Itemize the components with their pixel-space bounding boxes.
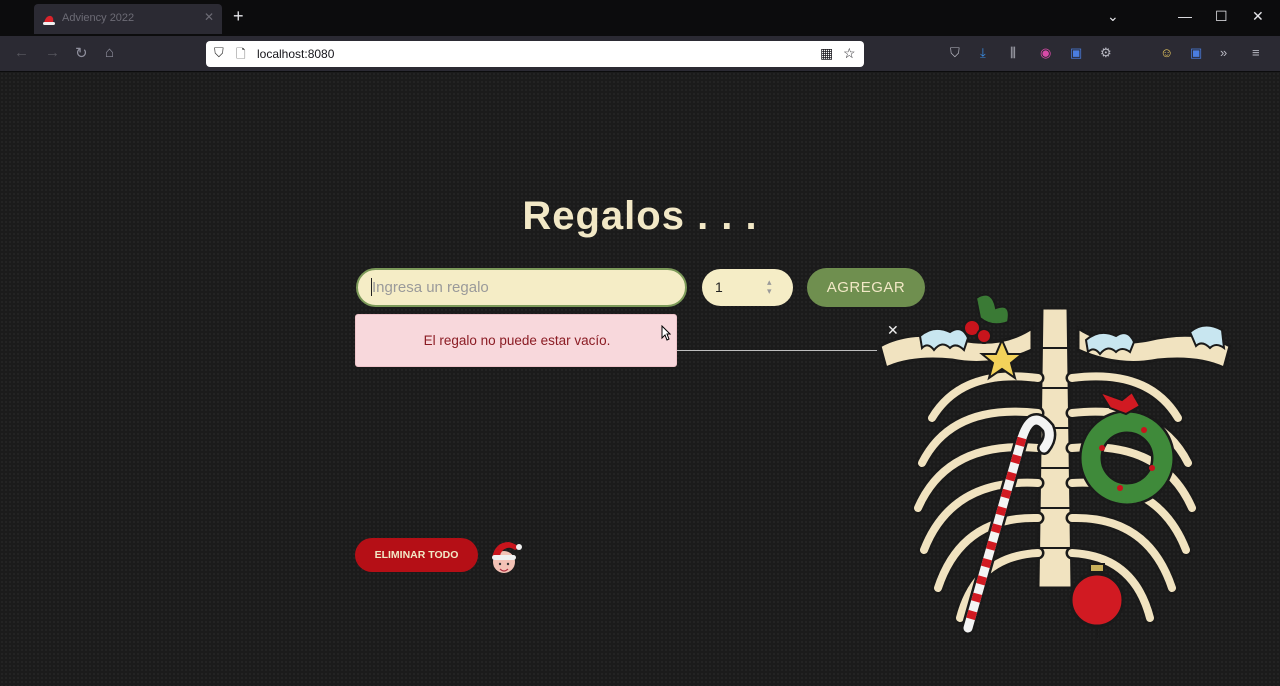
tab-close-icon[interactable]: ✕ xyxy=(204,10,214,24)
url-text: localhost:8080 xyxy=(257,47,335,61)
tab-title: Adviency 2022 xyxy=(62,12,135,24)
reload-icon[interactable]: ↻ xyxy=(75,44,88,62)
christmas-skeleton-illustration xyxy=(878,293,1232,638)
shield-icon[interactable]: ⛉ xyxy=(214,45,224,61)
quantity-stepper[interactable]: 1 ▴ ▾ xyxy=(702,269,793,306)
extension-gear-icon[interactable]: ⚙ xyxy=(1100,45,1112,61)
downloads-icon[interactable]: ⤓ xyxy=(980,45,986,61)
close-window-icon[interactable]: ✕ xyxy=(1252,8,1264,25)
quantity-value: 1 xyxy=(715,279,723,295)
error-message: El regalo no puede estar vacío. xyxy=(423,333,611,348)
mouse-cursor-icon xyxy=(661,325,671,341)
spinner-arrows-icon[interactable]: ▴ ▾ xyxy=(767,278,772,296)
error-alert: El regalo no puede estar vacío. xyxy=(355,314,677,367)
qr-code-icon[interactable]: ▦ xyxy=(820,45,833,62)
santa-hat-favicon-icon xyxy=(43,15,55,25)
url-bar[interactable]: ⛉ 🗋 localhost:8080 ▦ ☆ xyxy=(206,41,864,67)
forward-icon[interactable]: → xyxy=(45,44,60,61)
browser-tab[interactable]: Adviency 2022 ✕ xyxy=(34,4,222,34)
library-icon[interactable]: ⫼ xyxy=(1010,45,1016,61)
divider xyxy=(677,350,877,351)
bookmark-star-icon[interactable]: ☆ xyxy=(843,45,856,62)
browser-nav-bar: ← → ↻ ⌂ ⛉ 🗋 localhost:8080 ▦ ☆ ⛉ ⤓ ⫼ ◉ ▣… xyxy=(0,36,1280,72)
text-caret xyxy=(371,278,372,296)
santa-hat-icon xyxy=(492,542,522,573)
home-icon[interactable]: ⌂ xyxy=(105,44,114,61)
browser-tab-bar: Adviency 2022 ✕ + ⌄ — ☐ ✕ xyxy=(0,0,1280,36)
menu-hamburger-icon[interactable]: ≡ xyxy=(1252,45,1260,60)
extension-icon[interactable]: ▣ xyxy=(1190,45,1202,61)
page-title: Regalos . . . xyxy=(522,194,758,238)
minimize-icon[interactable]: — xyxy=(1178,8,1192,24)
tab-list-icon[interactable]: ⌄ xyxy=(1107,8,1119,25)
page-info-icon[interactable]: 🗋 xyxy=(236,45,246,66)
maximize-icon[interactable]: ☐ xyxy=(1215,8,1228,25)
overflow-chevrons-icon[interactable]: » xyxy=(1220,45,1227,60)
page-content: Regalos . . . 1 ▴▾ AGREGAR El regalo no … xyxy=(0,72,1280,686)
emoji-extension-icon[interactable]: ☺ xyxy=(1160,45,1173,60)
back-icon[interactable]: ← xyxy=(14,44,29,61)
delete-all-button[interactable]: ELIMINAR TODO xyxy=(355,538,478,572)
color-picker-icon[interactable]: ◉ xyxy=(1040,45,1051,61)
gift-input[interactable] xyxy=(356,268,687,307)
translate-icon[interactable]: ▣ xyxy=(1070,45,1082,61)
new-tab-icon[interactable]: + xyxy=(233,6,244,27)
pocket-icon[interactable]: ⛉ xyxy=(950,45,960,61)
